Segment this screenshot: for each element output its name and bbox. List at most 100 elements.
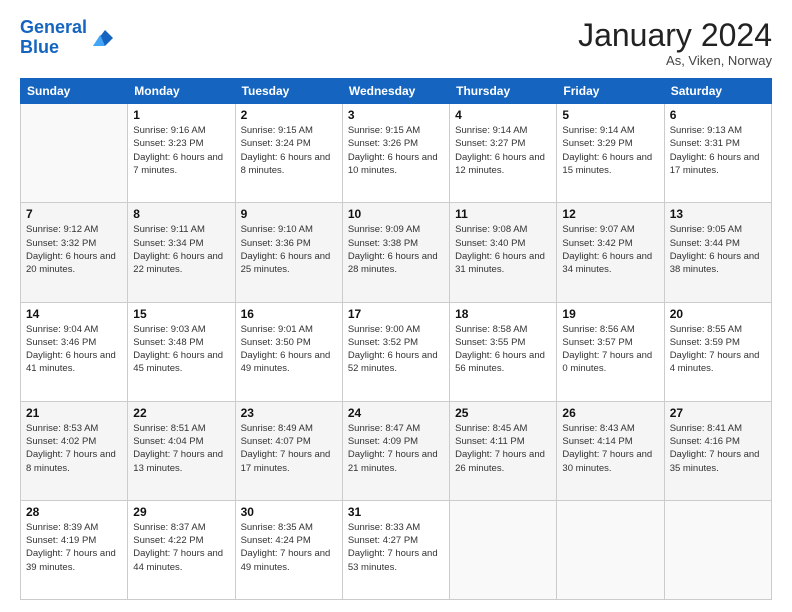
day-cell: 4 Sunrise: 9:14 AMSunset: 3:27 PMDaylight… [450,104,557,203]
day-info: Sunrise: 8:53 AMSunset: 4:02 PMDaylight:… [26,422,122,475]
day-info: Sunrise: 9:04 AMSunset: 3:46 PMDaylight:… [26,323,122,376]
day-info: Sunrise: 9:12 AMSunset: 3:32 PMDaylight:… [26,223,122,276]
day-info: Sunrise: 8:45 AMSunset: 4:11 PMDaylight:… [455,422,551,475]
day-number: 19 [562,307,658,321]
day-cell: 2 Sunrise: 9:15 AMSunset: 3:24 PMDaylight… [235,104,342,203]
day-number: 6 [670,108,766,122]
title-block: January 2024 As, Viken, Norway [578,18,772,68]
day-number: 15 [133,307,229,321]
day-cell: 15 Sunrise: 9:03 AMSunset: 3:48 PMDayligh… [128,302,235,401]
day-cell: 12Sunrise: 9:07 AMSunset: 3:42 PMDayligh… [557,203,664,302]
day-info: Sunrise: 9:05 AMSunset: 3:44 PMDaylight:… [670,223,766,276]
week-row-4: 21 Sunrise: 8:53 AMSunset: 4:02 PMDayligh… [21,401,772,500]
day-cell: 30 Sunrise: 8:35 AMSunset: 4:24 PMDayligh… [235,500,342,599]
logo-text: General Blue [20,18,87,58]
day-cell: 14 Sunrise: 9:04 AMSunset: 3:46 PMDayligh… [21,302,128,401]
day-number: 7 [26,207,122,221]
day-number: 30 [241,505,337,519]
day-info: Sunrise: 8:43 AMSunset: 4:14 PMDaylight:… [562,422,658,475]
day-cell [557,500,664,599]
calendar: Sunday Monday Tuesday Wednesday Thursday… [20,78,772,600]
day-number: 5 [562,108,658,122]
day-number: 12 [562,207,658,221]
day-cell: 18Sunrise: 8:58 AMSunset: 3:55 PMDayligh… [450,302,557,401]
day-number: 4 [455,108,551,122]
day-cell: 6 Sunrise: 9:13 AMSunset: 3:31 PMDaylight… [664,104,771,203]
col-saturday: Saturday [664,79,771,104]
day-cell: 22 Sunrise: 8:51 AMSunset: 4:04 PMDayligh… [128,401,235,500]
day-cell: 17 Sunrise: 9:00 AMSunset: 3:52 PMDayligh… [342,302,449,401]
week-row-5: 28 Sunrise: 8:39 AMSunset: 4:19 PMDayligh… [21,500,772,599]
day-number: 13 [670,207,766,221]
day-cell: 27 Sunrise: 8:41 AMSunset: 4:16 PMDayligh… [664,401,771,500]
day-cell [664,500,771,599]
day-number: 27 [670,406,766,420]
day-cell: 1Sunrise: 9:16 AMSunset: 3:23 PMDaylight… [128,104,235,203]
day-cell: 21 Sunrise: 8:53 AMSunset: 4:02 PMDayligh… [21,401,128,500]
day-cell: 31 Sunrise: 8:33 AMSunset: 4:27 PMDayligh… [342,500,449,599]
location: As, Viken, Norway [578,53,772,68]
logo-line1: General [20,17,87,37]
day-cell: 5 Sunrise: 9:14 AMSunset: 3:29 PMDaylight… [557,104,664,203]
day-number: 8 [133,207,229,221]
day-cell: 7 Sunrise: 9:12 AMSunset: 3:32 PMDaylight… [21,203,128,302]
day-info: Sunrise: 8:39 AMSunset: 4:19 PMDaylight:… [26,521,122,574]
day-info: Sunrise: 9:10 AMSunset: 3:36 PMDaylight:… [241,223,337,276]
day-info: Sunrise: 9:00 AMSunset: 3:52 PMDaylight:… [348,323,444,376]
day-info: Sunrise: 8:49 AMSunset: 4:07 PMDaylight:… [241,422,337,475]
day-info: Sunrise: 9:08 AMSunset: 3:40 PMDaylight:… [455,223,551,276]
day-number: 3 [348,108,444,122]
day-cell: 13 Sunrise: 9:05 AMSunset: 3:44 PMDayligh… [664,203,771,302]
col-friday: Friday [557,79,664,104]
day-info: Sunrise: 8:58 AMSunset: 3:55 PMDaylight:… [455,323,551,376]
day-info: Sunrise: 8:41 AMSunset: 4:16 PMDaylight:… [670,422,766,475]
day-cell: 3 Sunrise: 9:15 AMSunset: 3:26 PMDaylight… [342,104,449,203]
day-number: 16 [241,307,337,321]
day-number: 22 [133,406,229,420]
day-number: 28 [26,505,122,519]
day-number: 21 [26,406,122,420]
day-info: Sunrise: 8:33 AMSunset: 4:27 PMDaylight:… [348,521,444,574]
day-number: 26 [562,406,658,420]
header: General Blue January 2024 As, Viken, Nor… [20,18,772,68]
day-info: Sunrise: 9:13 AMSunset: 3:31 PMDaylight:… [670,124,766,177]
day-number: 10 [348,207,444,221]
logo: General Blue [20,18,113,58]
day-info: Sunrise: 8:56 AMSunset: 3:57 PMDaylight:… [562,323,658,376]
day-cell: 20 Sunrise: 8:55 AMSunset: 3:59 PMDayligh… [664,302,771,401]
col-thursday: Thursday [450,79,557,104]
day-number: 9 [241,207,337,221]
day-number: 29 [133,505,229,519]
col-monday: Monday [128,79,235,104]
day-number: 1 [133,108,229,122]
day-info: Sunrise: 9:15 AMSunset: 3:26 PMDaylight:… [348,124,444,177]
day-cell: 8Sunrise: 9:11 AMSunset: 3:34 PMDaylight… [128,203,235,302]
day-info: Sunrise: 9:14 AMSunset: 3:29 PMDaylight:… [562,124,658,177]
day-cell: 26 Sunrise: 8:43 AMSunset: 4:14 PMDayligh… [557,401,664,500]
day-number: 14 [26,307,122,321]
day-cell: 25Sunrise: 8:45 AMSunset: 4:11 PMDayligh… [450,401,557,500]
day-info: Sunrise: 8:51 AMSunset: 4:04 PMDaylight:… [133,422,229,475]
day-cell: 9 Sunrise: 9:10 AMSunset: 3:36 PMDaylight… [235,203,342,302]
day-info: Sunrise: 9:15 AMSunset: 3:24 PMDaylight:… [241,124,337,177]
day-number: 24 [348,406,444,420]
week-row-3: 14 Sunrise: 9:04 AMSunset: 3:46 PMDayligh… [21,302,772,401]
day-cell: 10Sunrise: 9:09 AMSunset: 3:38 PMDayligh… [342,203,449,302]
day-number: 31 [348,505,444,519]
page: General Blue January 2024 As, Viken, Nor… [0,0,792,612]
day-number: 2 [241,108,337,122]
day-cell: 19 Sunrise: 8:56 AMSunset: 3:57 PMDayligh… [557,302,664,401]
day-number: 11 [455,207,551,221]
day-info: Sunrise: 8:55 AMSunset: 3:59 PMDaylight:… [670,323,766,376]
day-cell: 24 Sunrise: 8:47 AMSunset: 4:09 PMDayligh… [342,401,449,500]
day-info: Sunrise: 8:37 AMSunset: 4:22 PMDaylight:… [133,521,229,574]
day-cell [450,500,557,599]
day-cell: 16Sunrise: 9:01 AMSunset: 3:50 PMDayligh… [235,302,342,401]
day-cell [21,104,128,203]
day-number: 20 [670,307,766,321]
day-number: 17 [348,307,444,321]
day-info: Sunrise: 8:47 AMSunset: 4:09 PMDaylight:… [348,422,444,475]
day-info: Sunrise: 9:14 AMSunset: 3:27 PMDaylight:… [455,124,551,177]
day-info: Sunrise: 9:03 AMSunset: 3:48 PMDaylight:… [133,323,229,376]
day-info: Sunrise: 8:35 AMSunset: 4:24 PMDaylight:… [241,521,337,574]
